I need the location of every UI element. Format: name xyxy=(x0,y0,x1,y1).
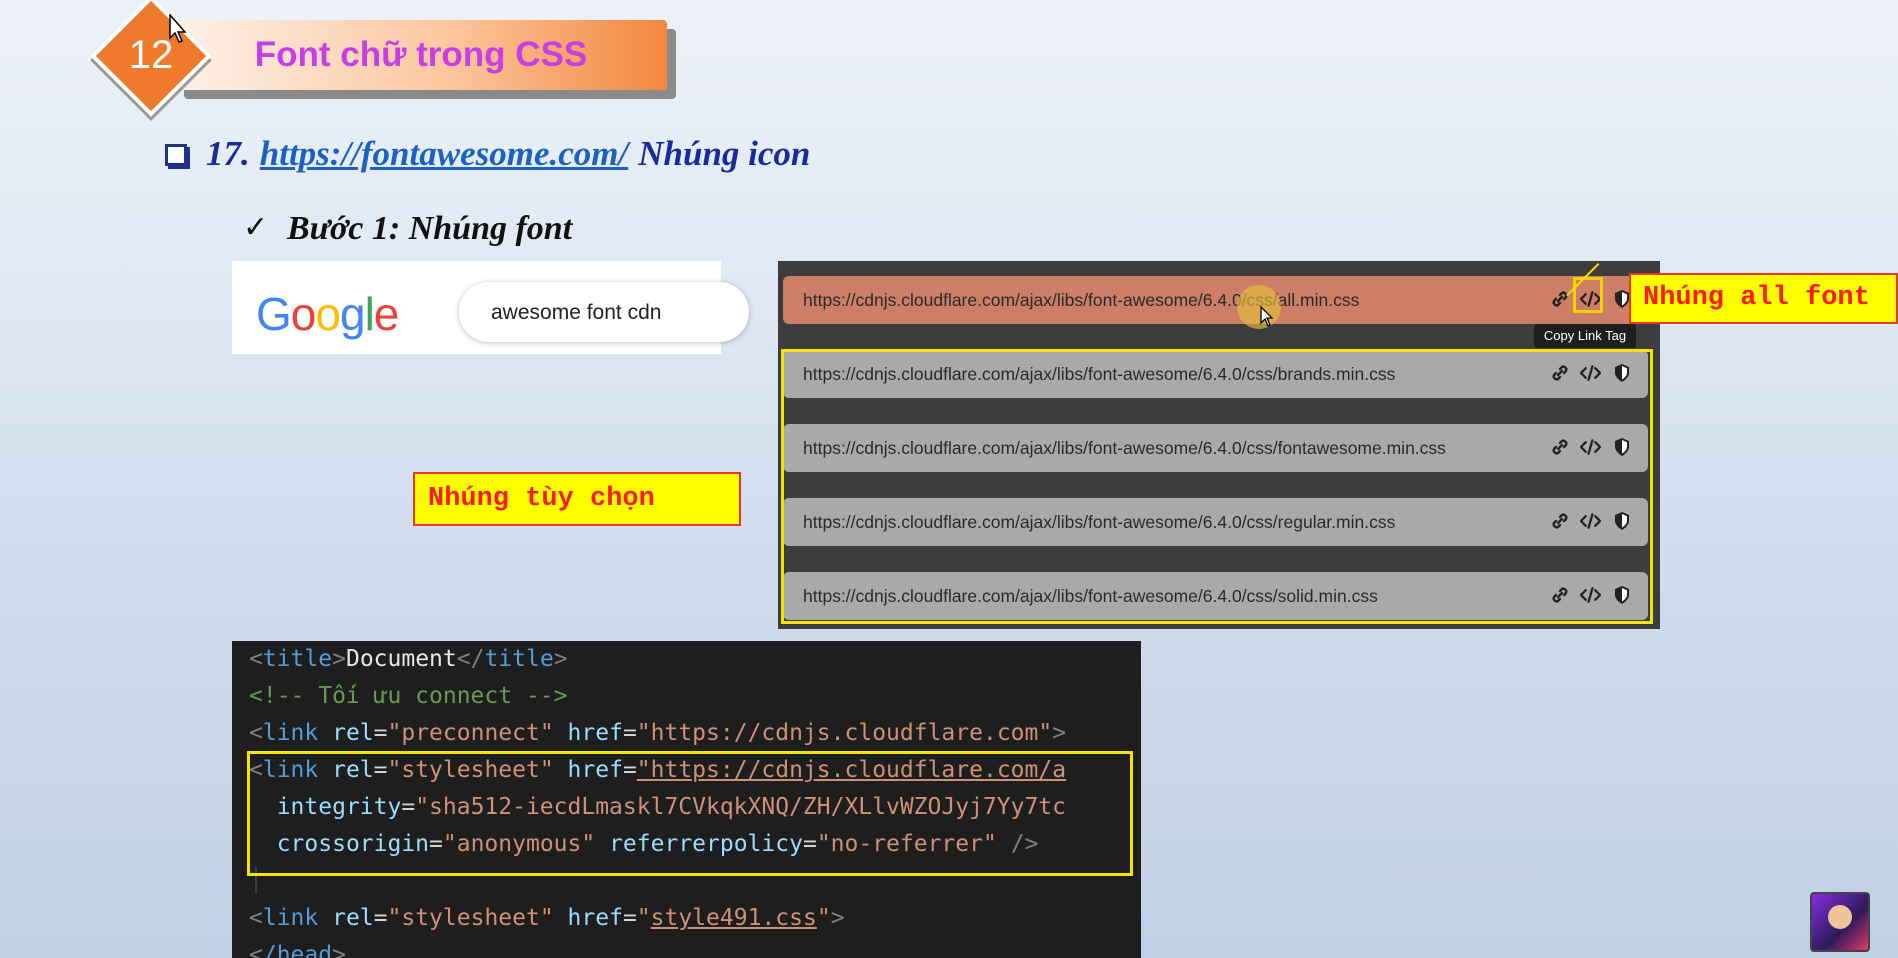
checkmark-icon: ✓ xyxy=(243,211,269,244)
search-query-text: awesome font cdn xyxy=(491,301,662,324)
section-heading: 17. https://fontawesome.com/Nhúng icon xyxy=(206,134,810,174)
code-line-head-close: </head> xyxy=(249,942,346,958)
mouse-pointer-icon xyxy=(1260,306,1274,327)
avatar-face xyxy=(1828,905,1852,929)
section-prefix: 17. xyxy=(206,134,250,173)
copy-url-icon[interactable] xyxy=(1549,287,1570,311)
code-line-local-stylesheet: <link rel="stylesheet" href="style491.cs… xyxy=(249,905,845,931)
step-heading: Bước 1: Nhúng font xyxy=(287,210,573,247)
fontawesome-link[interactable]: https://fontawesome.com/ xyxy=(260,134,628,173)
section-suffix: Nhúng icon xyxy=(638,134,811,173)
mouse-cursor-icon xyxy=(169,14,187,43)
code-line-preconnect: <link rel="preconnect" href="https://cdn… xyxy=(249,720,1067,746)
checkbox-bullet-icon xyxy=(165,144,187,166)
code-line-title: <title>Document</title> xyxy=(249,646,568,672)
google-logo: Google xyxy=(256,288,399,340)
cdn-row-all[interactable]: https://cdnjs.cloudflare.com/ajax/libs/f… xyxy=(783,276,1648,324)
slide-title: Font chữ trong CSS xyxy=(254,35,588,74)
optional-links-highlight xyxy=(781,349,1653,624)
callout-embed-all: Nhúng all font xyxy=(1629,273,1898,324)
cdn-code-highlight xyxy=(247,751,1133,876)
code-line-comment: <!-- Tối ưu connect --> xyxy=(249,683,568,709)
copy-link-tag-tooltip: Copy Link Tag xyxy=(1534,324,1636,348)
callout-embed-optional: Nhúng tùy chọn xyxy=(413,472,741,526)
